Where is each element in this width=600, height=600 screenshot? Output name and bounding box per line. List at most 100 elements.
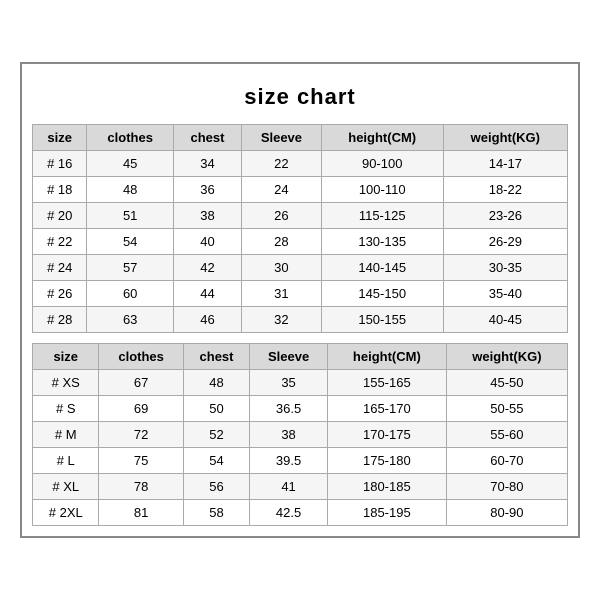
table-cell: # S (33, 396, 99, 422)
table-cell: 36.5 (250, 396, 328, 422)
table-cell: 48 (183, 370, 249, 396)
table-cell: 130-135 (321, 229, 443, 255)
size-table-2: sizeclotheschestSleeveheight(CM)weight(K… (32, 343, 568, 526)
table-cell: 30-35 (443, 255, 567, 281)
table-cell: 31 (242, 281, 322, 307)
table-cell: 54 (87, 229, 173, 255)
table2-header-cell: height(CM) (327, 344, 446, 370)
table-cell: 38 (173, 203, 241, 229)
table-cell: 185-195 (327, 500, 446, 526)
table-cell: 81 (99, 500, 183, 526)
table-cell: 170-175 (327, 422, 446, 448)
table-cell: 90-100 (321, 151, 443, 177)
table-row: # L755439.5175-18060-70 (33, 448, 568, 474)
table-cell: 38 (250, 422, 328, 448)
table-cell: # M (33, 422, 99, 448)
table-row: # 22544028130-13526-29 (33, 229, 568, 255)
table-cell: 175-180 (327, 448, 446, 474)
table-cell: 54 (183, 448, 249, 474)
table-cell: 63 (87, 307, 173, 333)
table-row: # XL785641180-18570-80 (33, 474, 568, 500)
table-cell: 22 (242, 151, 322, 177)
table-cell: 80-90 (446, 500, 567, 526)
table-row: # 1645342290-10014-17 (33, 151, 568, 177)
table1-header-cell: size (33, 125, 87, 151)
table-row: # 20513826115-12523-26 (33, 203, 568, 229)
size-chart-container: size chart sizeclotheschestSleeveheight(… (20, 62, 580, 538)
table2-header-cell: chest (183, 344, 249, 370)
table-cell: 52 (183, 422, 249, 448)
table-row: # 28634632150-15540-45 (33, 307, 568, 333)
table1-header-cell: clothes (87, 125, 173, 151)
table-cell: 67 (99, 370, 183, 396)
table-cell: 150-155 (321, 307, 443, 333)
table-cell: # 2XL (33, 500, 99, 526)
table-cell: # 22 (33, 229, 87, 255)
chart-title: size chart (32, 74, 568, 124)
table-cell: # XS (33, 370, 99, 396)
table-cell: 40 (173, 229, 241, 255)
table-cell: # L (33, 448, 99, 474)
table-cell: 39.5 (250, 448, 328, 474)
table-cell: 50-55 (446, 396, 567, 422)
table-row: # XS674835155-16545-50 (33, 370, 568, 396)
table-cell: 155-165 (327, 370, 446, 396)
table-cell: 145-150 (321, 281, 443, 307)
table2-header-cell: Sleeve (250, 344, 328, 370)
table-cell: # 24 (33, 255, 87, 281)
table-cell: 48 (87, 177, 173, 203)
table-cell: 72 (99, 422, 183, 448)
table-cell: 45-50 (446, 370, 567, 396)
size-table-1: sizeclotheschestSleeveheight(CM)weight(K… (32, 124, 568, 333)
table-cell: 45 (87, 151, 173, 177)
table-cell: 14-17 (443, 151, 567, 177)
table2-header-cell: size (33, 344, 99, 370)
table-cell: 32 (242, 307, 322, 333)
table-row: # 24574230140-14530-35 (33, 255, 568, 281)
table-cell: 34 (173, 151, 241, 177)
table-cell: 28 (242, 229, 322, 255)
table-cell: # XL (33, 474, 99, 500)
table-cell: 56 (183, 474, 249, 500)
table1-header-cell: chest (173, 125, 241, 151)
table-cell: 42.5 (250, 500, 328, 526)
table-cell: 26 (242, 203, 322, 229)
table-cell: 60 (87, 281, 173, 307)
table-cell: 58 (183, 500, 249, 526)
table-cell: # 20 (33, 203, 87, 229)
table-row: # M725238170-17555-60 (33, 422, 568, 448)
table1-header-cell: weight(KG) (443, 125, 567, 151)
table1-header-cell: height(CM) (321, 125, 443, 151)
table-cell: 46 (173, 307, 241, 333)
table-cell: 23-26 (443, 203, 567, 229)
table-cell: # 26 (33, 281, 87, 307)
table-cell: 115-125 (321, 203, 443, 229)
table-cell: 51 (87, 203, 173, 229)
table-cell: 55-60 (446, 422, 567, 448)
table-row: # 2XL815842.5185-19580-90 (33, 500, 568, 526)
table-cell: 69 (99, 396, 183, 422)
table-cell: 42 (173, 255, 241, 281)
table-cell: 180-185 (327, 474, 446, 500)
table-cell: 30 (242, 255, 322, 281)
table-cell: 165-170 (327, 396, 446, 422)
table1-header-cell: Sleeve (242, 125, 322, 151)
table-cell: 26-29 (443, 229, 567, 255)
table-row: # S695036.5165-17050-55 (33, 396, 568, 422)
table-cell: 50 (183, 396, 249, 422)
table-cell: 18-22 (443, 177, 567, 203)
table-cell: 44 (173, 281, 241, 307)
table-cell: # 28 (33, 307, 87, 333)
table-cell: 35 (250, 370, 328, 396)
table1-header-row: sizeclotheschestSleeveheight(CM)weight(K… (33, 125, 568, 151)
table-cell: 70-80 (446, 474, 567, 500)
table-cell: 41 (250, 474, 328, 500)
table-cell: 40-45 (443, 307, 567, 333)
table-cell: # 16 (33, 151, 87, 177)
table-cell: 35-40 (443, 281, 567, 307)
table-cell: 78 (99, 474, 183, 500)
table-cell: 36 (173, 177, 241, 203)
table-cell: 24 (242, 177, 322, 203)
table-row: # 18483624100-11018-22 (33, 177, 568, 203)
table-cell: 60-70 (446, 448, 567, 474)
